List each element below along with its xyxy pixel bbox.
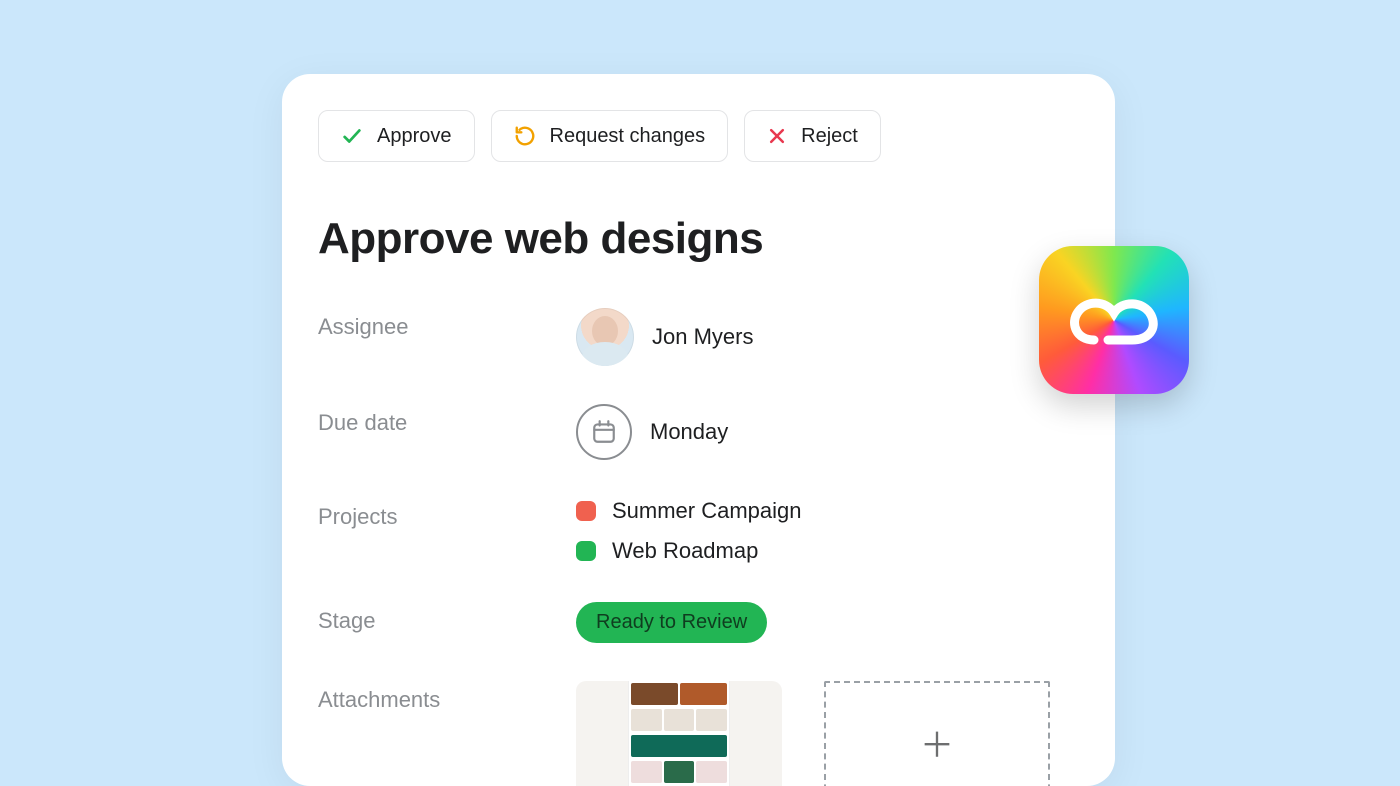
approve-button[interactable]: Approve	[318, 110, 475, 162]
stage-label: Stage	[318, 602, 576, 634]
task-panel: Approve Request changes Reject Approve w…	[282, 74, 1115, 786]
approve-label: Approve	[377, 125, 452, 148]
approval-actions: Approve Request changes Reject	[318, 110, 1079, 162]
request-changes-button[interactable]: Request changes	[491, 110, 729, 162]
project-name: Summer Campaign	[612, 498, 802, 524]
calendar-icon	[576, 404, 632, 460]
projects-field: Projects Summer Campaign Web Roadmap	[318, 498, 1079, 564]
assignee-field: Assignee Jon Myers	[318, 308, 1079, 366]
redo-icon	[514, 125, 536, 147]
stage-field: Stage Ready to Review	[318, 602, 1079, 643]
thumbnail-preview	[629, 681, 729, 786]
assignee-value[interactable]: Jon Myers	[576, 308, 753, 366]
project-name: Web Roadmap	[612, 538, 758, 564]
attachments-label: Attachments	[318, 681, 576, 713]
project-color-chip	[576, 541, 596, 561]
projects-label: Projects	[318, 498, 576, 530]
check-icon	[341, 125, 363, 147]
project-item[interactable]: Web Roadmap	[576, 538, 802, 564]
task-title: Approve web designs	[318, 214, 1079, 264]
stage-pill[interactable]: Ready to Review	[576, 602, 767, 643]
avatar	[576, 308, 634, 366]
creative-cloud-icon	[1064, 285, 1164, 355]
reject-button[interactable]: Reject	[744, 110, 881, 162]
due-date-label: Due date	[318, 404, 576, 436]
creative-cloud-badge[interactable]	[1039, 246, 1189, 394]
request-changes-label: Request changes	[550, 125, 706, 148]
add-attachment-dropzone[interactable]: ＋	[824, 681, 1050, 786]
project-item[interactable]: Summer Campaign	[576, 498, 802, 524]
due-date-value[interactable]: Monday	[576, 404, 728, 460]
close-icon	[767, 126, 787, 146]
attachments-field: Attachments ＋	[318, 681, 1079, 786]
project-color-chip	[576, 501, 596, 521]
assignee-name: Jon Myers	[652, 324, 753, 350]
due-date-field: Due date Monday	[318, 404, 1079, 460]
assignee-label: Assignee	[318, 308, 576, 340]
attachment-thumbnail[interactable]	[576, 681, 782, 786]
due-date-text: Monday	[650, 419, 728, 445]
reject-label: Reject	[801, 125, 858, 148]
plus-icon: ＋	[920, 729, 954, 763]
